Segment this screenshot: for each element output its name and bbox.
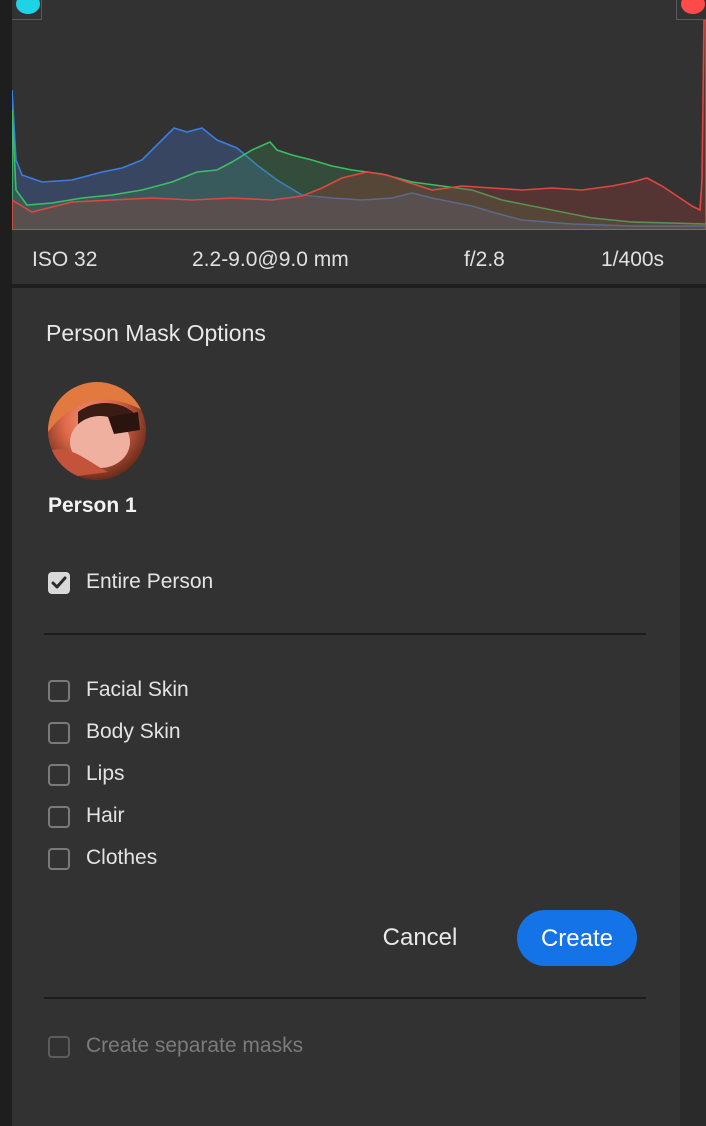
clothes-checkbox[interactable] — [48, 848, 70, 870]
exif-lens: 2.2-9.0@9.0 mm — [192, 248, 349, 271]
facial-skin-checkbox[interactable] — [48, 680, 70, 702]
highlight-clipping-toggle[interactable] — [676, 0, 706, 20]
lips-checkbox[interactable] — [48, 764, 70, 786]
exif-shutter: 1/400s — [601, 248, 665, 271]
left-edge — [0, 0, 12, 1126]
panel-scrollbar[interactable] — [680, 288, 706, 1126]
person-name: Person 1 — [48, 494, 137, 517]
person-avatar[interactable] — [48, 382, 146, 480]
section-divider — [44, 633, 646, 635]
hair-label: Hair — [86, 804, 125, 827]
entire-person-checkbox[interactable] — [48, 572, 70, 594]
checkmark-icon — [51, 576, 67, 589]
section-divider-bottom — [44, 997, 646, 999]
person-face-thumbnail — [48, 382, 146, 480]
panel-title: Person Mask Options — [46, 320, 266, 346]
shadow-clipping-indicator-icon — [16, 0, 40, 14]
person-mask-options-panel: Person Mask Options Person 1 Entire Pers… — [12, 288, 680, 1126]
exif-info-bar: ISO 32 2.2-9.0@9.0 mm f/2.8 1/400s — [12, 230, 706, 284]
create-separate-masks-label: Create separate masks — [86, 1034, 304, 1057]
clothes-label: Clothes — [86, 846, 158, 869]
exif-aperture: f/2.8 — [464, 248, 505, 271]
cancel-button[interactable]: Cancel — [370, 912, 470, 962]
body-skin-checkbox[interactable] — [48, 722, 70, 744]
create-button[interactable]: Create — [517, 910, 637, 966]
exif-iso: ISO 32 — [32, 248, 98, 271]
highlight-clipping-indicator-icon — [681, 0, 705, 14]
histogram-graph — [12, 19, 706, 230]
shadow-clipping-toggle[interactable] — [12, 0, 42, 20]
entire-person-label: Entire Person — [86, 570, 214, 593]
histogram — [12, 0, 706, 230]
facial-skin-label: Facial Skin — [86, 678, 189, 701]
lips-label: Lips — [86, 762, 125, 785]
create-separate-masks-checkbox[interactable] — [48, 1036, 70, 1058]
body-skin-label: Body Skin — [86, 720, 181, 743]
hair-checkbox[interactable] — [48, 806, 70, 828]
